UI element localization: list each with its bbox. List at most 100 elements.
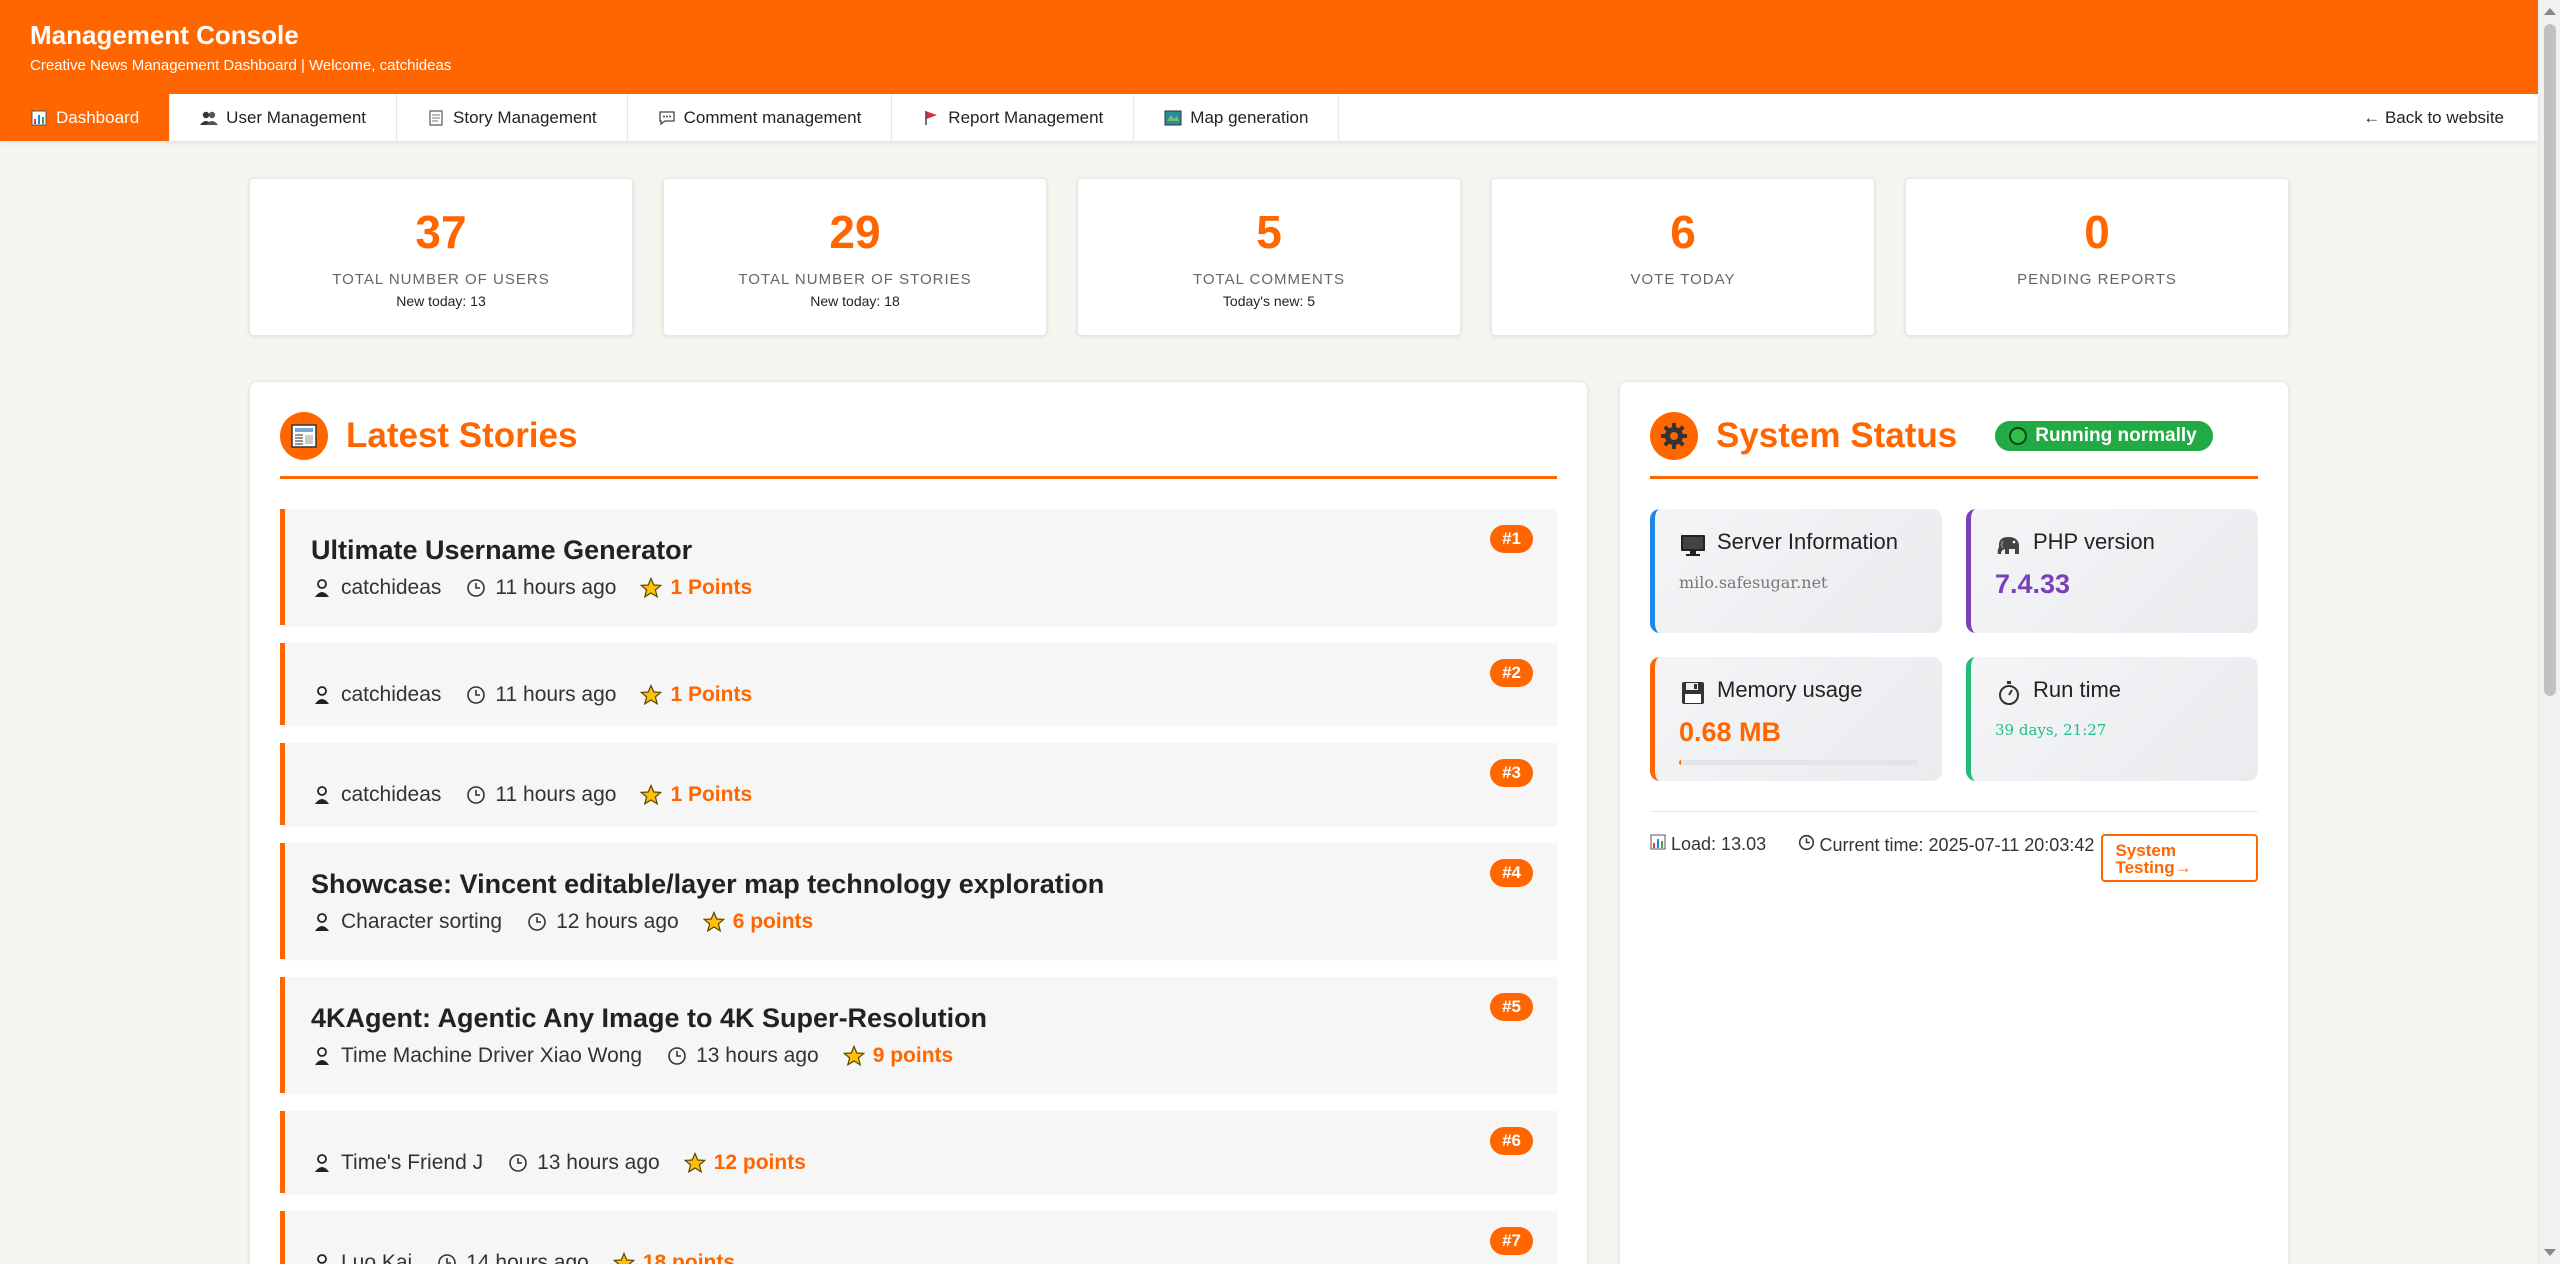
story-rank-badge: #2: [1490, 659, 1533, 687]
nav-map-generation-label: Map generation: [1190, 107, 1309, 127]
story-rank-badge: #1: [1490, 525, 1533, 553]
users-icon: [200, 109, 219, 127]
bar-chart-icon: [30, 109, 48, 127]
stat-subtext: Today's new: 5: [1222, 293, 1316, 309]
status-badge-label: Running normally: [2035, 425, 2197, 446]
story-row[interactable]: #2 catchideas 11 hours ago 1 Points: [280, 643, 1557, 725]
star-icon: [702, 910, 725, 933]
story-time: 11 hours ago: [495, 783, 617, 806]
nav-story-management-label: Story Management: [453, 107, 597, 127]
nav-report-management-label: Report Management: [948, 107, 1104, 127]
story-author: catchideas: [341, 783, 442, 806]
memory-usage-bar-fill: [1679, 760, 1682, 765]
story-meta: Character sorting 12 hours ago 6 points: [311, 910, 1533, 934]
story-points: 12 points: [713, 1151, 806, 1174]
server-hostname: milo.safesugar.net: [1679, 573, 1828, 592]
story-time: 14 hours ago: [466, 1251, 589, 1264]
stat-label: TOTAL NUMBER OF STORIES: [738, 271, 972, 288]
story-meta: Time's Friend J 13 hours ago 12 points: [311, 1151, 1533, 1175]
document-icon: [427, 109, 445, 127]
scroll-up-arrow-icon[interactable]: [2544, 8, 2556, 15]
nav-user-management-label: User Management: [226, 107, 367, 127]
nav-comment-management-label: Comment management: [683, 107, 862, 127]
back-to-website-link[interactable]: ← Back to website: [2333, 94, 2538, 141]
story-meta: Time Machine Driver Xiao Wong 13 hours a…: [311, 1044, 1533, 1068]
stat-label: VOTE TODAY: [1630, 271, 1736, 288]
memory-usage-card: Memory usage 0.68 MB: [1650, 657, 1942, 781]
story-row[interactable]: #1 Ultimate Username Generator catchidea…: [280, 509, 1557, 625]
latest-stories-title: Latest Stories: [346, 416, 578, 455]
stat-value: 29: [829, 206, 881, 258]
star-icon: [640, 784, 663, 806]
elephant-icon: [1995, 531, 2023, 559]
story-time: 13 hours ago: [537, 1151, 660, 1174]
latest-stories-panel: Latest Stories #1 Ultimate Username Gene…: [249, 381, 1588, 1264]
memory-usage-bar: [1679, 760, 1918, 765]
nav-comment-management[interactable]: Comment management: [628, 94, 893, 141]
story-title[interactable]: Ultimate Username Generator: [311, 535, 1533, 566]
nav-map-generation[interactable]: Map generation: [1134, 94, 1340, 141]
user-icon: [311, 911, 333, 933]
system-footer: Load: 13.03 Current time: 2025-07-11 20:…: [1650, 811, 2258, 882]
php-version-card: PHP version 7.4.33: [1966, 509, 2258, 633]
user-icon: [311, 1252, 333, 1264]
stat-value: 5: [1256, 206, 1282, 258]
story-row[interactable]: #4 Showcase: Vincent editable/layer map …: [280, 843, 1557, 959]
story-rank-badge: #3: [1490, 759, 1533, 787]
stat-card-comments: 5 TOTAL COMMENTS Today's new: 5: [1077, 178, 1461, 336]
newspaper-icon: [280, 412, 328, 460]
story-rank-badge: #5: [1490, 993, 1533, 1021]
stat-value: 0: [2084, 206, 2110, 258]
page-title: Management Console: [30, 20, 299, 50]
page-scrollbar[interactable]: [2538, 0, 2560, 1264]
star-icon: [640, 576, 663, 599]
run-time-value: 39 days, 21:27: [1995, 721, 2107, 739]
stats-row: 37 TOTAL NUMBER OF USERS New today: 13 2…: [249, 178, 2289, 336]
clock-icon: [465, 577, 487, 599]
story-meta: Luo Kai 14 hours ago 18 points: [311, 1251, 1533, 1264]
clock-icon: [666, 1045, 688, 1067]
monitor-icon: [1679, 531, 1707, 559]
story-time: 11 hours ago: [495, 683, 617, 706]
star-icon: [683, 1152, 706, 1174]
page-subtitle: Creative News Management Dashboard | Wel…: [30, 57, 452, 74]
story-title[interactable]: 4KAgent: Agentic Any Image to 4K Super-R…: [311, 1003, 1533, 1034]
system-status-title: System Status: [1716, 416, 1958, 455]
clock-icon: [436, 1252, 458, 1264]
scroll-down-arrow-icon[interactable]: [2544, 1249, 2556, 1256]
scrollbar-thumb[interactable]: [2544, 24, 2556, 696]
story-meta: catchideas 11 hours ago 1 Points: [311, 683, 1533, 707]
story-author: Character sorting: [341, 909, 503, 933]
story-meta: catchideas 11 hours ago 1 Points: [311, 783, 1533, 807]
story-row[interactable]: #7 Luo Kai 14 hours ago 18 points: [280, 1211, 1557, 1264]
run-time-card: Run time 39 days, 21:27: [1966, 657, 2258, 781]
stat-card-stories: 29 TOTAL NUMBER OF STORIES New today: 18: [663, 178, 1047, 336]
nav-report-management[interactable]: Report Management: [892, 94, 1135, 141]
story-row[interactable]: #5 4KAgent: Agentic Any Image to 4K Supe…: [280, 977, 1557, 1093]
system-testing-button[interactable]: System Testing→: [2101, 834, 2258, 882]
server-info-label: Server Information: [1717, 529, 1898, 554]
story-author: Time Machine Driver Xiao Wong: [341, 1043, 643, 1067]
story-points: 6 points: [732, 909, 814, 933]
nav-dashboard[interactable]: Dashboard: [0, 94, 171, 141]
stat-card-users: 37 TOTAL NUMBER OF USERS New today: 13: [249, 178, 633, 336]
gear-icon: [1650, 412, 1698, 460]
story-row[interactable]: #6 Time's Friend J 13 hours ago 12 point…: [280, 1111, 1557, 1193]
story-row[interactable]: #3 catchideas 11 hours ago 1 Points: [280, 743, 1557, 825]
php-version-label: PHP version: [2033, 529, 2155, 554]
memory-usage-label: Memory usage: [1717, 677, 1863, 702]
app-header: Management Console Creative News Managem…: [0, 0, 2538, 94]
stat-card-reports: 0 PENDING REPORTS: [1905, 178, 2289, 336]
nav-story-management[interactable]: Story Management: [397, 94, 628, 141]
load-text: Load: 13.03: [1671, 834, 1767, 854]
stat-label: TOTAL COMMENTS: [1192, 271, 1346, 288]
nav-user-management[interactable]: User Management: [170, 94, 398, 141]
stopwatch-icon: [1995, 679, 2023, 707]
story-points: 18 points: [642, 1251, 736, 1264]
star-icon: [612, 1252, 635, 1264]
story-author: Luo Kai: [341, 1251, 413, 1264]
story-title[interactable]: Showcase: Vincent editable/layer map tec…: [311, 869, 1533, 900]
story-meta: catchideas 11 hours ago 1 Points: [311, 576, 1533, 600]
story-time: 11 hours ago: [495, 575, 617, 599]
